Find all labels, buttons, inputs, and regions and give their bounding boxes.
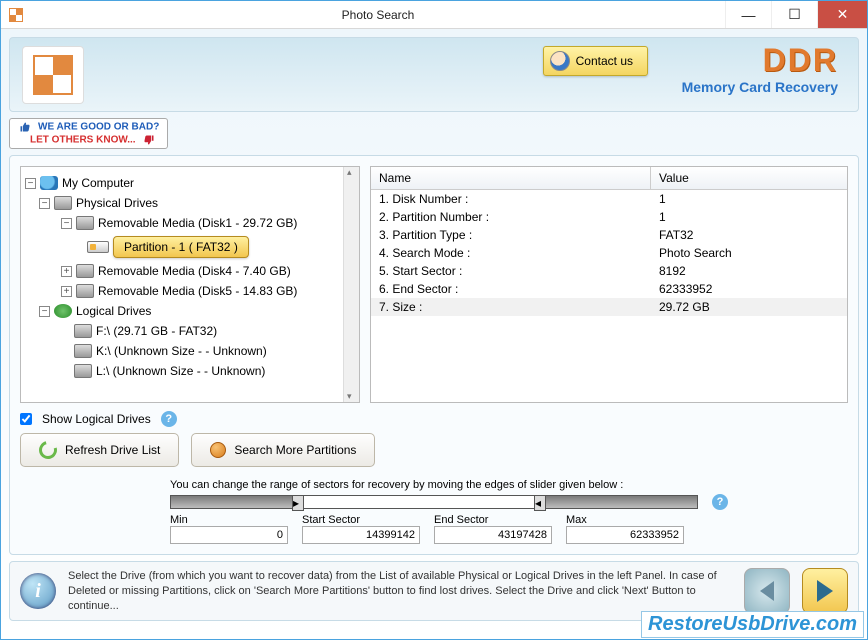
minimize-button[interactable]: — <box>725 1 771 28</box>
badge-line1: WE ARE GOOD OR BAD? <box>38 122 159 133</box>
app-icon <box>1 1 31 28</box>
table-row: 4. Search Mode :Photo Search <box>371 244 847 262</box>
window-controls: — ☐ ✕ <box>725 1 867 28</box>
search-icon <box>210 442 226 458</box>
table-row: 2. Partition Number :1 <box>371 208 847 226</box>
col-name: Name <box>371 167 651 189</box>
usb-icon <box>87 241 109 253</box>
tree-physical[interactable]: −Physical Drives <box>39 193 339 213</box>
tree-disk4[interactable]: +Removable Media (Disk4 - 7.40 GB) <box>61 261 339 281</box>
show-logical-checkbox[interactable] <box>20 413 32 425</box>
hdd-icon <box>74 364 92 378</box>
badge-line2: LET OTHERS KNOW... <box>30 134 136 145</box>
collapse-icon[interactable]: − <box>39 306 50 317</box>
action-buttons: Refresh Drive List Search More Partition… <box>20 433 848 467</box>
slider-handle-start[interactable]: ▸ <box>292 495 304 511</box>
hdd-icon <box>74 344 92 358</box>
detail-table: Name Value 1. Disk Number :1 2. Partitio… <box>370 166 848 403</box>
thumb-down-icon <box>142 134 156 146</box>
contact-us-button[interactable]: Contact us <box>543 46 648 76</box>
window-title: Photo Search <box>31 1 725 28</box>
sector-slider-area: You can change the range of sectors for … <box>20 479 848 544</box>
content: Contact us DDR Memory Card Recovery WE A… <box>1 29 867 639</box>
expand-icon[interactable]: + <box>61 286 72 297</box>
col-value: Value <box>651 167 847 189</box>
tree-disk1[interactable]: −Removable Media (Disk1 - 29.72 GB) <box>61 213 339 233</box>
collapse-icon[interactable]: − <box>61 218 72 229</box>
header-banner: Contact us DDR Memory Card Recovery <box>9 37 859 112</box>
info-icon: i <box>20 573 56 609</box>
hdd-icon <box>76 216 94 230</box>
table-row: 5. Start Sector :8192 <box>371 262 847 280</box>
table-row: 7. Size :29.72 GB <box>371 298 847 316</box>
main-panel: −My Computer −Physical Drives −Removable… <box>9 155 859 555</box>
min-value: 0 <box>170 526 288 544</box>
hdd-icon <box>76 284 94 298</box>
hdd-icon <box>76 264 94 278</box>
tree-disk5[interactable]: +Removable Media (Disk5 - 14.83 GB) <box>61 281 339 301</box>
slider-handle-end[interactable]: ◂ <box>534 495 546 511</box>
show-logical-label: Show Logical Drives <box>42 412 151 426</box>
detail-header: Name Value <box>371 167 847 190</box>
tree-body: −My Computer −Physical Drives −Removable… <box>21 167 343 402</box>
table-row: 6. End Sector :62333952 <box>371 280 847 298</box>
triangle-right-icon <box>817 580 833 602</box>
feedback-badge[interactable]: WE ARE GOOD OR BAD? LET OTHERS KNOW... <box>9 118 168 149</box>
expand-icon[interactable]: + <box>61 266 72 277</box>
refresh-icon <box>36 438 61 463</box>
tree-logical[interactable]: −Logical Drives <box>39 301 339 321</box>
app-window: Photo Search — ☐ ✕ Contact us DDR Memory… <box>0 0 868 640</box>
watermark: RestoreUsbDrive.com <box>641 611 864 638</box>
tree-drive-l[interactable]: L:\ (Unknown Size - - Unknown) <box>59 361 339 381</box>
thumb-up-icon <box>18 121 32 133</box>
end-sector-value: 43197428 <box>434 526 552 544</box>
maximize-button[interactable]: ☐ <box>771 1 817 28</box>
slider-caption: You can change the range of sectors for … <box>170 479 698 491</box>
tree-partition-selected[interactable]: Partition - 1 ( FAT32 ) <box>87 233 339 261</box>
brand-title: DDR <box>682 42 838 79</box>
contact-label: Contact us <box>576 54 633 68</box>
footer-hint: Select the Drive (from which you want to… <box>68 569 732 614</box>
table-row: 1. Disk Number :1 <box>371 190 847 208</box>
help-icon[interactable]: ? <box>712 494 728 510</box>
tree-root[interactable]: −My Computer <box>25 173 339 193</box>
brand-subtitle: Memory Card Recovery <box>682 79 838 95</box>
slider-values: Min0 Start Sector14399142 End Sector4319… <box>170 514 698 544</box>
hdd-icon <box>74 324 92 338</box>
collapse-icon[interactable]: − <box>39 198 50 209</box>
refresh-drive-list-button[interactable]: Refresh Drive List <box>20 433 179 467</box>
panes: −My Computer −Physical Drives −Removable… <box>20 166 848 403</box>
close-button[interactable]: ✕ <box>817 1 867 28</box>
back-button[interactable] <box>744 568 790 614</box>
tree-drive-k[interactable]: K:\ (Unknown Size - - Unknown) <box>59 341 339 361</box>
logo-icon <box>22 46 84 104</box>
computer-icon <box>40 176 58 190</box>
tree-drive-f[interactable]: F:\ (29.71 GB - FAT32) <box>59 321 339 341</box>
search-more-partitions-button[interactable]: Search More Partitions <box>191 433 375 467</box>
start-sector-value: 14399142 <box>302 526 420 544</box>
hdd-icon <box>54 196 72 210</box>
person-icon <box>550 51 570 71</box>
tree-options: Show Logical Drives ? <box>20 411 848 427</box>
tree-scrollbar[interactable] <box>343 167 359 402</box>
help-icon[interactable]: ? <box>161 411 177 427</box>
brand-block: DDR Memory Card Recovery <box>682 42 838 95</box>
titlebar: Photo Search — ☐ ✕ <box>1 1 867 29</box>
collapse-icon[interactable]: − <box>25 178 36 189</box>
table-row: 3. Partition Type :FAT32 <box>371 226 847 244</box>
sector-slider[interactable]: ▸ ◂ ? <box>170 494 698 510</box>
globe-icon <box>54 304 72 318</box>
drive-tree: −My Computer −Physical Drives −Removable… <box>20 166 360 403</box>
triangle-left-icon <box>760 581 774 601</box>
next-button[interactable] <box>802 568 848 614</box>
max-value: 62333952 <box>566 526 684 544</box>
